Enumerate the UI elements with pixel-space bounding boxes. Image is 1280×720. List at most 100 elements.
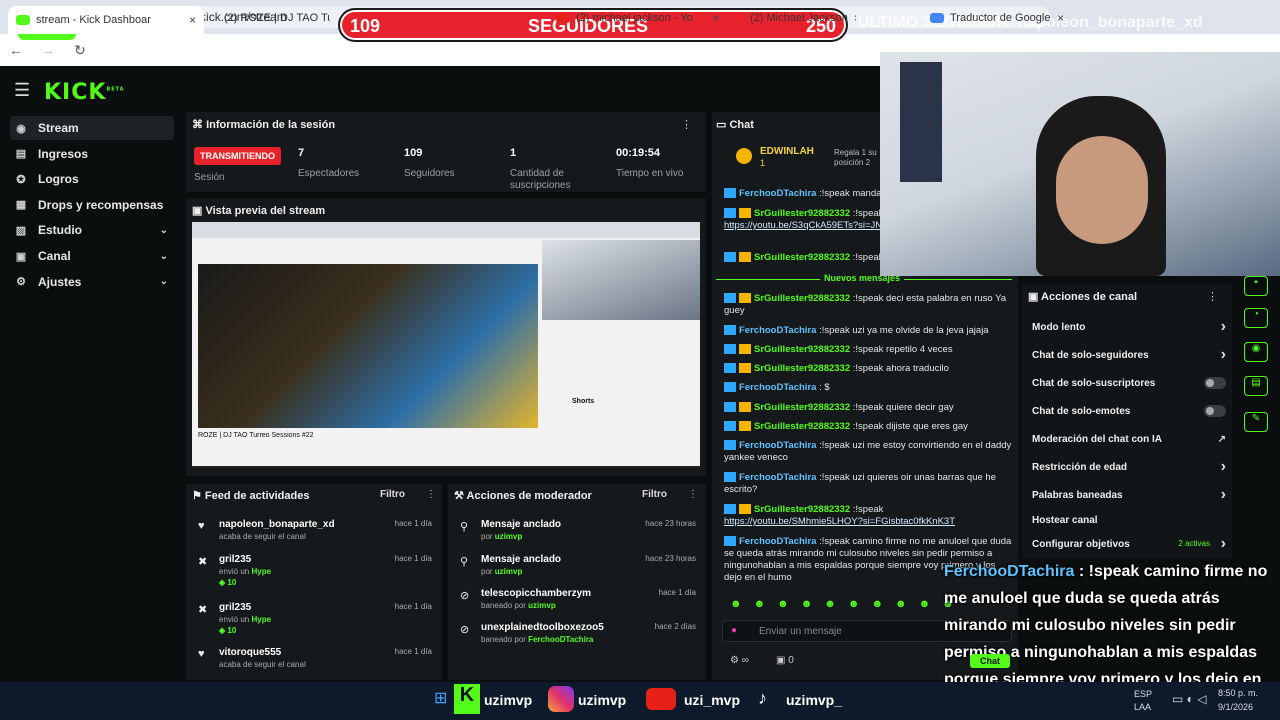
chat-username[interactable]: SrGuillester92882332 xyxy=(754,363,850,374)
preview-browser-bar xyxy=(192,222,700,238)
stream-preview-video[interactable]: ROZE | DJ TAO Turreo Sessions #22 Shorts xyxy=(192,222,700,468)
tool-button-1-icon[interactable]: ▪ xyxy=(1244,276,1268,296)
tab-4[interactable]: (2) Michael Jackson × xyxy=(736,6,856,30)
toggle-switch[interactable] xyxy=(1204,377,1226,389)
chat-username[interactable]: FerchooDTachira xyxy=(739,536,816,547)
tray-icons[interactable]: ▭ ◐ ◁ xyxy=(1172,692,1206,706)
tool-rail: ▪ ◔ ◉ ▤ ✎ xyxy=(1240,276,1274,446)
language-indicator[interactable]: ESP xyxy=(1134,689,1152,699)
tab-5[interactable]: Traductor de Google × xyxy=(922,6,1072,30)
chat-badge-icon xyxy=(724,208,736,219)
feed-detail: envió un Hype xyxy=(219,567,271,576)
chat-username[interactable]: SrGuillester92882332 xyxy=(754,421,850,432)
chat-username[interactable]: SrGuillester92882332 xyxy=(754,344,850,355)
channel-actions-more-icon[interactable]: ⋮ xyxy=(1207,290,1218,303)
chat-link[interactable]: https://youtu.be/SMhmie5LHOY?si=FGisbtac… xyxy=(724,516,955,527)
stat-label: Espectadores xyxy=(298,168,360,179)
chat-input-placeholder: Enviar un mensaje xyxy=(759,626,842,637)
channel-action-2[interactable]: Chat de solo-seguidores › xyxy=(1032,346,1232,363)
chat-message: SrGuillester92882332 :!speak quiere deci… xyxy=(724,402,1014,414)
chat-username[interactable]: SrGuillester92882332 xyxy=(754,402,850,413)
tab-2[interactable]: (2) ROZE | DJ TAO Tur× xyxy=(210,6,330,30)
stream-icon: ◉ xyxy=(16,122,26,135)
channel-action-3[interactable]: Chat de solo-suscriptores xyxy=(1032,377,1232,389)
tab-3[interactable]: (2) michael jackson - Yo × xyxy=(548,6,728,30)
broadcast-icon[interactable]: ◉ xyxy=(1244,342,1268,362)
chat-username[interactable]: SrGuillester92882332 xyxy=(754,293,850,304)
chat-username[interactable]: FerchooDTachira xyxy=(739,472,816,483)
forward-icon[interactable]: → xyxy=(32,42,64,58)
mod-filter-button[interactable]: Filtro xyxy=(642,489,667,500)
preview-panel: ▣ Vista previa del stream ROZE | DJ TAO … xyxy=(186,198,706,476)
sidebar-item-label: Canal xyxy=(38,249,71,263)
tab-close-icon[interactable]: × xyxy=(189,13,196,27)
sidebar-item-stream[interactable]: ◉ Stream xyxy=(10,116,174,140)
sidebar-item-logros[interactable]: ✪ Logros xyxy=(10,167,174,191)
chat-username[interactable]: FerchooDTachira xyxy=(739,382,816,393)
kick-taskbar-icon[interactable]: K xyxy=(454,684,480,714)
channel-action-9[interactable]: Configurar objetivos 2 activas › xyxy=(1032,535,1232,552)
social-handle-1: uzimvp xyxy=(484,692,533,708)
crown-badge-icon xyxy=(739,344,751,355)
channel-action-5[interactable]: Moderación del chat con IA ↗ xyxy=(1032,434,1232,445)
gear-icon: ⚙ xyxy=(16,276,26,289)
chat-title: ▭ Chat xyxy=(716,119,754,131)
chat-badge-icon xyxy=(724,402,736,413)
crown-badge-icon xyxy=(739,363,751,374)
preview-shorts-label: Shorts xyxy=(572,398,595,405)
youtube-icon xyxy=(646,688,676,710)
channel-action-label: Palabras baneadas xyxy=(1032,490,1123,501)
chat-username[interactable]: FerchooDTachira xyxy=(739,325,816,336)
channel-action-7[interactable]: Palabras baneadas › xyxy=(1032,486,1232,503)
back-icon[interactable]: ← xyxy=(0,42,32,58)
mod-item-time: hace 23 horas xyxy=(645,519,696,528)
chat-settings-icon[interactable]: ⚙ ∞ xyxy=(730,655,749,666)
feed-detail-text: acaba de seguir el canal xyxy=(219,660,306,669)
channel-action-6[interactable]: Restricción de edad › xyxy=(1032,458,1232,475)
chat-message: FerchooDTachira :!speak uzi quieres oir … xyxy=(724,472,1014,496)
tab-1[interactable]: stream - Kick Dashboar × xyxy=(8,6,204,34)
chat-username[interactable]: FerchooDTachira xyxy=(739,440,816,451)
windows-start-icon[interactable]: ⊞ xyxy=(434,688,447,708)
mod-more-icon[interactable]: ⋮ xyxy=(688,489,698,500)
chat-username[interactable]: SrGuillester92882332 xyxy=(754,504,850,515)
sidebar-item-ingresos[interactable]: ▤ Ingresos xyxy=(10,142,174,166)
feed-more-icon[interactable]: ⋮ xyxy=(426,489,436,500)
chat-username[interactable]: SrGuillester92882332 xyxy=(754,252,850,263)
sidebar-item-canal[interactable]: ▣ Canal ⌄ xyxy=(10,244,174,268)
chat-message: FerchooDTachira : $ xyxy=(724,382,1014,394)
mod-item-user: uzimvp xyxy=(528,601,556,610)
sidebar-item-estudio[interactable]: ▨ Estudio ⌄ xyxy=(10,218,174,242)
channel-action-label: Chat de solo-suscriptores xyxy=(1032,378,1156,389)
toggle-switch[interactable] xyxy=(1204,405,1226,417)
kick-logo[interactable]: KICKBETA xyxy=(44,80,125,105)
tab-label: Traductor de Google xyxy=(950,12,1051,24)
sidebar-item-drops-y-recompensas[interactable]: ▦ Drops y recompensas xyxy=(10,193,174,217)
session-more-icon[interactable]: ⋮ xyxy=(681,118,692,131)
reload-icon[interactable]: ↻ xyxy=(64,42,96,59)
tab-close-icon[interactable]: × xyxy=(713,11,720,25)
channel-action-1[interactable]: Modo lento › xyxy=(1032,318,1232,335)
channel-action-8[interactable]: Hostear canal xyxy=(1032,515,1232,526)
tab-close-icon[interactable]: × xyxy=(854,11,856,25)
feed-user: vitoroque555 xyxy=(219,647,282,658)
mod-item-title: telescopicchamberzym xyxy=(481,588,592,599)
tab-close-icon[interactable]: × xyxy=(1057,11,1064,25)
mod-item-title: unexplainedtoolboxezoo5 xyxy=(481,622,604,633)
channel-action-4[interactable]: Chat de solo-emotes xyxy=(1032,405,1232,417)
menu-icon[interactable]: ☰ xyxy=(14,80,30,101)
chat-username[interactable]: FerchooDTachira xyxy=(739,188,816,199)
session-label: Sesión xyxy=(194,172,225,183)
chat-bubble-icon[interactable]: ◔ xyxy=(1244,308,1268,328)
pin-icon: ⚲ xyxy=(460,556,469,568)
sidebar-item-label: Ingresos xyxy=(38,146,89,161)
wrench-icon[interactable]: ✎ xyxy=(1244,412,1268,432)
sidebar-item-ajustes[interactable]: ⚙ Ajustes ⌄ xyxy=(10,270,174,294)
feed-filter-button[interactable]: Filtro xyxy=(380,489,405,500)
feed-item: ♥ napoleon_bonaparte_xd hace 1 día acaba de… xyxy=(186,518,442,558)
chat-username[interactable]: SrGuillester92882332 xyxy=(754,208,850,219)
layout-icon[interactable]: ▤ xyxy=(1244,376,1268,396)
feed-user: gril235 xyxy=(219,602,252,613)
mic-icon[interactable]: ● xyxy=(731,625,737,636)
taskbar-time[interactable]: 8:50 p. m. xyxy=(1218,688,1258,698)
